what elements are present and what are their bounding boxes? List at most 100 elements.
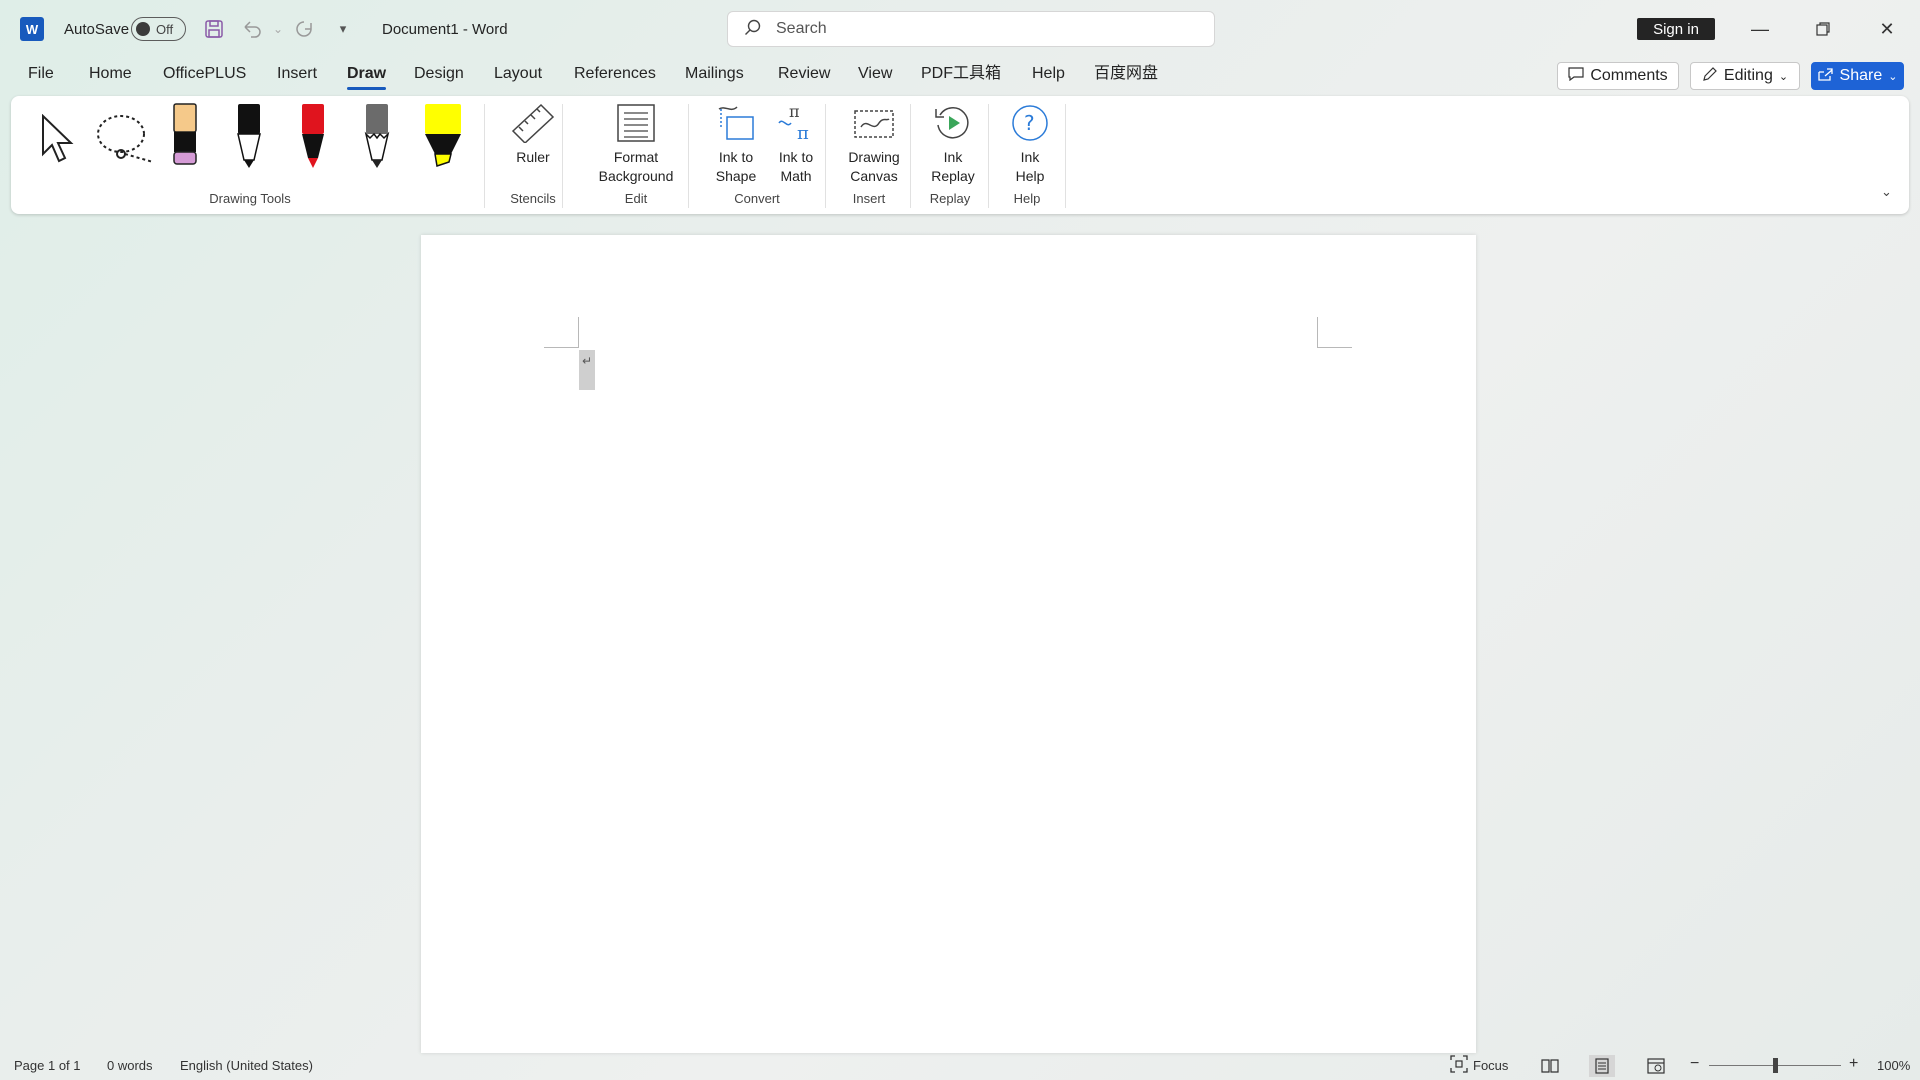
format-background-icon bbox=[616, 102, 656, 144]
svg-text:π: π bbox=[789, 103, 800, 121]
page-count[interactable]: Page 1 of 1 bbox=[14, 1058, 81, 1073]
drawing-canvas-label-1: Drawing bbox=[848, 149, 900, 165]
save-icon[interactable] bbox=[201, 17, 227, 41]
tab-officeplus[interactable]: OfficePLUS bbox=[163, 64, 246, 88]
close-icon[interactable]: ✕ bbox=[1872, 14, 1902, 44]
chevron-down-icon: ⌄ bbox=[1888, 70, 1898, 83]
tab-layout[interactable]: Layout bbox=[494, 64, 542, 88]
format-background-label-2: Background bbox=[598, 168, 674, 184]
minimize-icon[interactable]: — bbox=[1745, 14, 1775, 44]
language-status[interactable]: English (United States) bbox=[180, 1058, 313, 1073]
lasso-select-icon[interactable] bbox=[95, 114, 157, 169]
zoom-in-icon[interactable]: + bbox=[1849, 1055, 1858, 1073]
focus-icon bbox=[1450, 1055, 1468, 1076]
group-divider bbox=[562, 104, 563, 208]
group-label-stencils: Stencils bbox=[510, 191, 556, 206]
print-layout-icon[interactable] bbox=[1589, 1055, 1615, 1077]
undo-icon[interactable] bbox=[239, 17, 265, 41]
ink-replay-button[interactable]: Ink Replay bbox=[917, 102, 989, 186]
ink-to-shape-icon bbox=[715, 102, 757, 144]
editing-mode-button[interactable]: Editing ⌄ bbox=[1690, 62, 1800, 90]
collapse-ribbon-icon[interactable]: ⌄ bbox=[1881, 184, 1892, 200]
focus-label: Focus bbox=[1473, 1058, 1509, 1073]
search-box[interactable]: Search bbox=[727, 11, 1215, 47]
group-divider bbox=[688, 104, 689, 208]
undo-dropdown-icon[interactable]: ⌄ bbox=[265, 17, 291, 41]
pencil-icon bbox=[1702, 66, 1718, 87]
zoom-slider-thumb[interactable] bbox=[1773, 1058, 1778, 1073]
drawing-canvas-button[interactable]: Drawing Canvas bbox=[833, 102, 915, 186]
tab-home[interactable]: Home bbox=[89, 64, 132, 88]
highlighter-icon[interactable] bbox=[423, 102, 463, 173]
group-divider bbox=[484, 104, 485, 208]
focus-button[interactable]: Focus bbox=[1450, 1055, 1508, 1076]
format-background-button[interactable]: Format Background bbox=[573, 102, 699, 186]
group-divider bbox=[1065, 104, 1066, 208]
word-count[interactable]: 0 words bbox=[107, 1058, 153, 1073]
select-objects-icon[interactable] bbox=[35, 113, 79, 167]
comment-icon bbox=[1568, 66, 1584, 86]
tab-references[interactable]: References bbox=[574, 64, 656, 88]
zoom-out-icon[interactable]: − bbox=[1690, 1055, 1699, 1073]
ink-to-math-label-1: Ink to bbox=[778, 149, 814, 165]
tab-insert[interactable]: Insert bbox=[277, 64, 317, 88]
group-label-help: Help bbox=[1013, 191, 1041, 206]
ink-replay-label-1: Ink bbox=[943, 149, 963, 165]
tab-design[interactable]: Design bbox=[414, 64, 464, 88]
ruler-button[interactable]: Ruler bbox=[499, 102, 567, 167]
format-background-label-1: Format bbox=[613, 149, 659, 165]
autosave-toggle[interactable]: Off bbox=[131, 17, 186, 41]
ink-to-shape-label-1: Ink to bbox=[718, 149, 754, 165]
ribbon-panel: Drawing Tools Ruler Stencils Format Back… bbox=[11, 96, 1909, 214]
tab-help[interactable]: Help bbox=[1032, 64, 1065, 88]
autosave-state: Off bbox=[156, 21, 174, 37]
tab-draw[interactable]: Draw bbox=[347, 64, 387, 90]
tab-pdf-tools[interactable]: PDF工具箱 bbox=[921, 64, 1001, 88]
group-divider bbox=[825, 104, 826, 208]
ruler-label: Ruler bbox=[516, 149, 550, 165]
read-mode-icon[interactable] bbox=[1537, 1055, 1563, 1077]
group-divider bbox=[910, 104, 911, 208]
editing-label: Editing bbox=[1723, 67, 1773, 84]
group-divider bbox=[988, 104, 989, 208]
tab-review[interactable]: Review bbox=[778, 64, 830, 88]
tab-baidu-netdisk[interactable]: 百度网盘 bbox=[1094, 64, 1158, 88]
red-pen-icon[interactable] bbox=[299, 102, 327, 173]
sign-in-button[interactable]: Sign in bbox=[1637, 18, 1715, 40]
paragraph-mark-icon: ↵ bbox=[579, 350, 595, 390]
web-layout-icon[interactable] bbox=[1643, 1055, 1669, 1077]
svg-text:?: ? bbox=[1024, 111, 1035, 135]
group-label-edit: Edit bbox=[624, 191, 648, 206]
group-label-convert: Convert bbox=[734, 191, 780, 206]
help-icon: ? bbox=[1010, 102, 1050, 144]
share-button[interactable]: Share ⌄ bbox=[1811, 62, 1904, 90]
search-placeholder: Search bbox=[776, 20, 827, 37]
comments-button[interactable]: Comments bbox=[1557, 62, 1679, 90]
group-label-insert: Insert bbox=[852, 191, 886, 206]
zoom-level[interactable]: 100% bbox=[1877, 1058, 1910, 1073]
tab-mailings[interactable]: Mailings bbox=[685, 64, 744, 88]
margin-corner-top-right bbox=[1317, 317, 1352, 348]
ink-help-button[interactable]: ? Ink Help bbox=[995, 102, 1065, 186]
toggle-knob bbox=[136, 22, 150, 36]
drawing-canvas-label-2: Canvas bbox=[850, 168, 898, 184]
status-bar: Page 1 of 1 0 words English (United Stat… bbox=[0, 1052, 1920, 1080]
restore-icon[interactable] bbox=[1808, 14, 1838, 44]
document-title: Document1 - Word bbox=[382, 20, 508, 38]
redo-icon[interactable] bbox=[291, 17, 317, 41]
drawing-canvas-icon bbox=[851, 102, 897, 144]
title-bar: W AutoSave Off ⌄ ▾ Document1 - Word Sear… bbox=[0, 0, 1920, 58]
share-icon bbox=[1817, 67, 1834, 86]
tab-view[interactable]: View bbox=[858, 64, 892, 88]
pencil-icon[interactable] bbox=[363, 102, 391, 173]
document-page[interactable]: ↵ bbox=[421, 235, 1476, 1053]
black-pen-icon[interactable] bbox=[235, 102, 263, 173]
ink-to-math-button[interactable]: ππ Ink to Math bbox=[761, 102, 831, 186]
ink-to-math-label-2: Math bbox=[780, 168, 812, 184]
customize-toolbar-icon[interactable]: ▾ bbox=[330, 17, 356, 41]
group-label-replay: Replay bbox=[929, 191, 971, 206]
eraser-icon[interactable] bbox=[171, 102, 199, 169]
tab-file[interactable]: File bbox=[28, 64, 54, 88]
share-label: Share bbox=[1839, 67, 1883, 84]
word-logo-icon: W bbox=[20, 17, 44, 41]
